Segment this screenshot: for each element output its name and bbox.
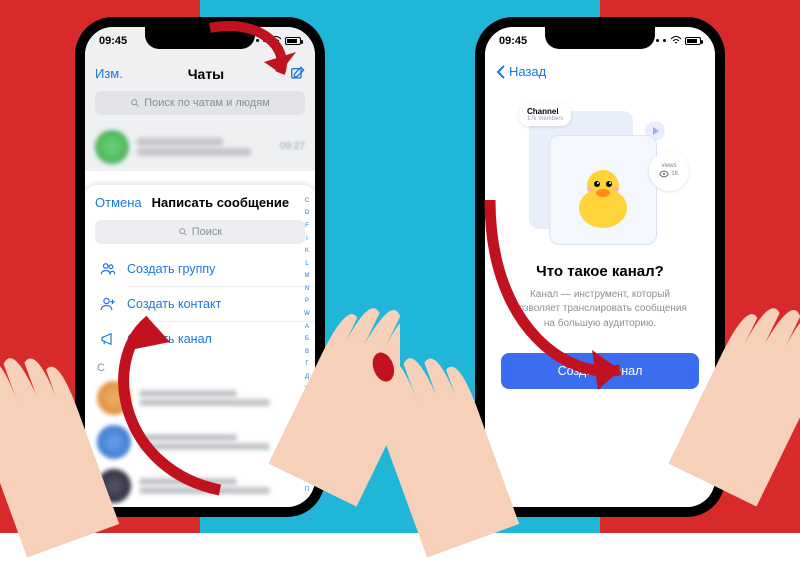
alpha-index-letter[interactable]: М xyxy=(305,449,310,455)
alpha-index-letter[interactable]: F xyxy=(305,223,309,229)
create-channel-label: Создать канал xyxy=(127,332,212,346)
notch xyxy=(545,27,655,49)
list-item[interactable] xyxy=(85,464,315,507)
alpha-index-letter[interactable]: I xyxy=(306,236,308,242)
sheet-title: Написать сообщение xyxy=(152,195,289,210)
alpha-index-letter[interactable]: A xyxy=(305,324,309,330)
alpha-index-letter[interactable]: P xyxy=(305,298,309,304)
alpha-index-letter[interactable]: О xyxy=(305,475,310,481)
create-channel-button[interactable]: Создать канал xyxy=(85,322,315,356)
alpha-index-letter[interactable]: И xyxy=(305,412,309,418)
avatar xyxy=(97,381,131,415)
alphabet-index[interactable]: CD F IK LM NP W AБ ВГ ДЖ З ИК ЛМ Н ОП xyxy=(301,195,313,497)
illus-views-badge: views 1K xyxy=(649,151,689,191)
alpha-index-letter[interactable]: K xyxy=(305,248,309,254)
chevron-left-icon xyxy=(495,65,507,79)
list-item[interactable] xyxy=(85,376,315,420)
index-section-letter: C xyxy=(85,356,315,376)
wifi-icon xyxy=(670,36,682,45)
create-contact-label: Создать контакт xyxy=(127,297,221,311)
edit-button[interactable]: Изм. xyxy=(95,66,123,81)
channel-intro-title: Что такое канал? xyxy=(536,263,664,280)
status-time: 09:45 xyxy=(499,35,527,47)
alpha-index-letter[interactable]: W xyxy=(304,311,310,317)
alpha-index-letter[interactable]: З xyxy=(305,399,309,405)
avatar xyxy=(97,425,131,459)
compose-icon[interactable] xyxy=(289,66,305,82)
list-item[interactable] xyxy=(85,420,315,464)
chats-title: Чаты xyxy=(188,66,224,82)
alpha-index-letter[interactable]: L xyxy=(305,261,308,267)
screen: 09:45 Назад Channel xyxy=(485,27,715,507)
create-channel-cta[interactable]: Создать канал xyxy=(501,353,699,389)
sheet-search[interactable]: Поиск xyxy=(95,220,305,244)
group-icon xyxy=(99,260,117,278)
search-icon xyxy=(178,227,188,237)
alpha-index-letter[interactable]: Ж xyxy=(304,386,310,392)
alpha-index-letter[interactable]: Н xyxy=(305,462,309,468)
contact-icon xyxy=(99,295,117,313)
avatar xyxy=(95,130,129,164)
status-time: 09:45 xyxy=(99,35,127,47)
chats-header: Изм. Чаты Поиск по чатам и людям xyxy=(85,55,315,123)
tutorial-step-2: 09:45 Назад Channel xyxy=(400,0,800,533)
alpha-index-letter[interactable]: C xyxy=(305,198,309,204)
notch xyxy=(145,27,255,49)
alpha-index-letter[interactable]: Г xyxy=(305,361,308,367)
alpha-index-letter[interactable]: M xyxy=(305,273,310,279)
cancel-button[interactable]: Отмена xyxy=(95,195,142,210)
create-group-label: Создать группу xyxy=(127,262,215,276)
phone-frame: 09:45 Изм. Чаты Поиск по чатам xyxy=(75,17,325,517)
alpha-index-letter[interactable]: В xyxy=(305,349,309,355)
tutorial-step-1: 09:45 Изм. Чаты Поиск по чатам xyxy=(0,0,400,533)
channel-illustration: Channel 17k members xyxy=(525,107,675,247)
avatar xyxy=(97,469,131,503)
back-label: Назад xyxy=(509,64,546,79)
alpha-index-letter[interactable]: П xyxy=(305,487,309,493)
chat-time: 09:27 xyxy=(280,141,305,152)
create-group-button[interactable]: Создать группу xyxy=(85,252,315,286)
alpha-index-letter[interactable]: Б xyxy=(305,336,309,342)
chats-search[interactable]: Поиск по чатам и людям xyxy=(95,91,305,115)
back-button[interactable]: Назад xyxy=(495,64,546,79)
alpha-index-letter[interactable]: К xyxy=(305,424,309,430)
chat-row-blurred: 09:27 xyxy=(85,123,315,171)
eye-icon xyxy=(659,169,669,179)
alpha-index-letter[interactable]: N xyxy=(305,286,309,292)
duck-icon xyxy=(568,162,638,232)
alpha-index-letter[interactable]: D xyxy=(305,210,309,216)
sheet-search-label: Поиск xyxy=(192,226,222,238)
screen: 09:45 Изм. Чаты Поиск по чатам xyxy=(85,27,315,507)
new-message-sheet: Отмена Написать сообщение Поиск Создать … xyxy=(85,185,315,507)
alpha-index-letter[interactable]: Д xyxy=(305,374,309,380)
channel-intro-description: Канал — инструмент, который позволяет тр… xyxy=(507,288,693,332)
phone-frame: 09:45 Назад Channel xyxy=(475,17,725,517)
wifi-icon xyxy=(270,36,282,45)
chats-search-placeholder: Поиск по чатам и людям xyxy=(144,97,270,109)
illus-channel-pill: Channel 17k members xyxy=(519,103,571,126)
create-contact-button[interactable]: Создать контакт xyxy=(85,287,315,321)
battery-icon xyxy=(285,37,301,45)
alpha-index-letter[interactable]: Л xyxy=(305,437,309,443)
battery-icon xyxy=(685,37,701,45)
search-icon xyxy=(130,98,140,108)
megaphone-icon xyxy=(99,330,117,348)
